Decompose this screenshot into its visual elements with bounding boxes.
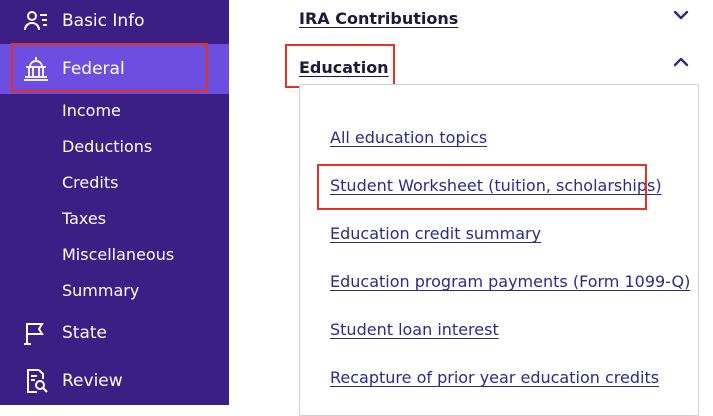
nav-sub-income[interactable]: Income — [62, 101, 121, 120]
nav-sub-credits[interactable]: Credits — [62, 173, 118, 192]
document-search-icon — [22, 367, 50, 395]
flag-icon — [22, 319, 50, 347]
link-student-worksheet[interactable]: Student Worksheet (tuition, scholarships… — [330, 176, 662, 195]
chevron-up-icon[interactable] — [673, 54, 689, 70]
link-education-credit-summary[interactable]: Education credit summary — [330, 224, 541, 243]
link-recapture-education-credits[interactable]: Recapture of prior year education credit… — [330, 368, 659, 387]
ira-contributions-heading[interactable]: IRA Contributions — [299, 9, 458, 28]
nav-state-label: State — [62, 323, 107, 343]
nav-sub-deductions[interactable]: Deductions — [62, 137, 152, 156]
chevron-down-icon[interactable] — [673, 7, 689, 23]
nav-review-label: Review — [62, 371, 123, 391]
person-list-icon — [22, 7, 50, 35]
nav-federal[interactable]: Federal — [0, 44, 229, 94]
link-education-program-payments[interactable]: Education program payments (Form 1099-Q) — [330, 272, 690, 291]
sidebar: Basic Info Federal Income Deductions Cre… — [0, 0, 229, 405]
link-all-education-topics[interactable]: All education topics — [330, 128, 487, 147]
nav-sub-summary[interactable]: Summary — [62, 281, 139, 300]
nav-basic-info-label: Basic Info — [62, 11, 145, 31]
nav-sub-miscellaneous[interactable]: Miscellaneous — [62, 245, 174, 264]
capitol-building-icon — [22, 55, 50, 83]
education-heading[interactable]: Education — [299, 58, 389, 77]
nav-sub-taxes[interactable]: Taxes — [62, 209, 106, 228]
nav-basic-info[interactable]: Basic Info — [0, 0, 229, 42]
nav-federal-label: Federal — [62, 59, 125, 79]
link-student-loan-interest[interactable]: Student loan interest — [330, 320, 499, 339]
main-content: IRA Contributions Education All educatio… — [229, 0, 713, 416]
nav-state[interactable]: State — [0, 312, 229, 354]
nav-review[interactable]: Review — [0, 360, 229, 402]
